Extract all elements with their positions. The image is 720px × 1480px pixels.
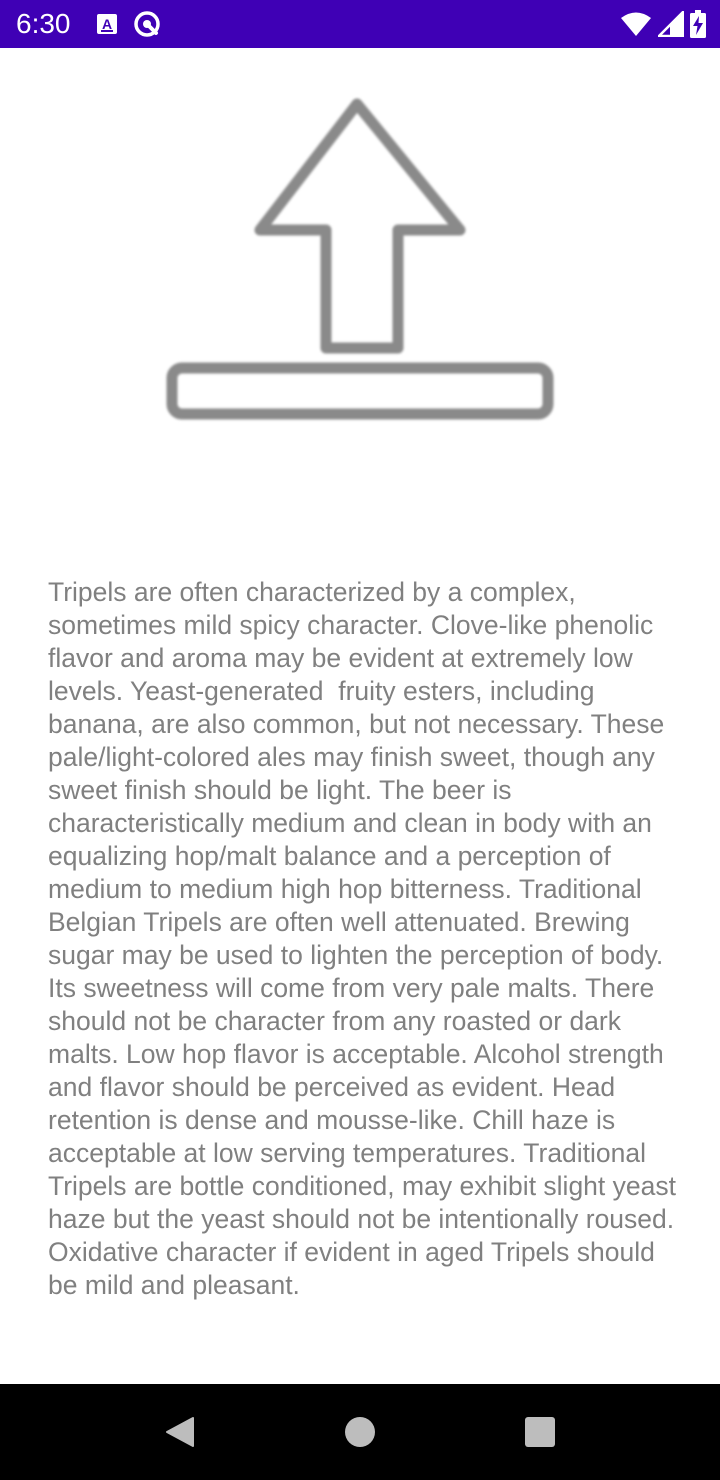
home-button[interactable] (336, 1408, 384, 1456)
navigation-bar (0, 1384, 720, 1480)
status-left-icons: A (96, 10, 162, 38)
status-bar: 6:30 A (0, 0, 720, 48)
home-icon (345, 1417, 375, 1447)
app-screen: 6:30 A Tripels are often characterized b… (0, 0, 720, 1480)
back-button[interactable] (156, 1408, 204, 1456)
upload-arrow-icon (160, 90, 560, 430)
recents-button[interactable] (516, 1408, 564, 1456)
sync-circle-icon (134, 11, 160, 37)
beer-style-description: Tripels are often characterized by a com… (48, 577, 684, 1300)
status-time: 6:30 (16, 8, 71, 39)
svg-text:A: A (102, 16, 112, 32)
notification-a-icon: A (97, 14, 117, 34)
recents-icon (525, 1417, 555, 1447)
wifi-icon (621, 12, 651, 36)
battery-charging-icon (690, 10, 706, 38)
cellular-signal-icon (658, 11, 684, 37)
status-right-icons (620, 9, 706, 39)
back-icon (166, 1417, 194, 1447)
